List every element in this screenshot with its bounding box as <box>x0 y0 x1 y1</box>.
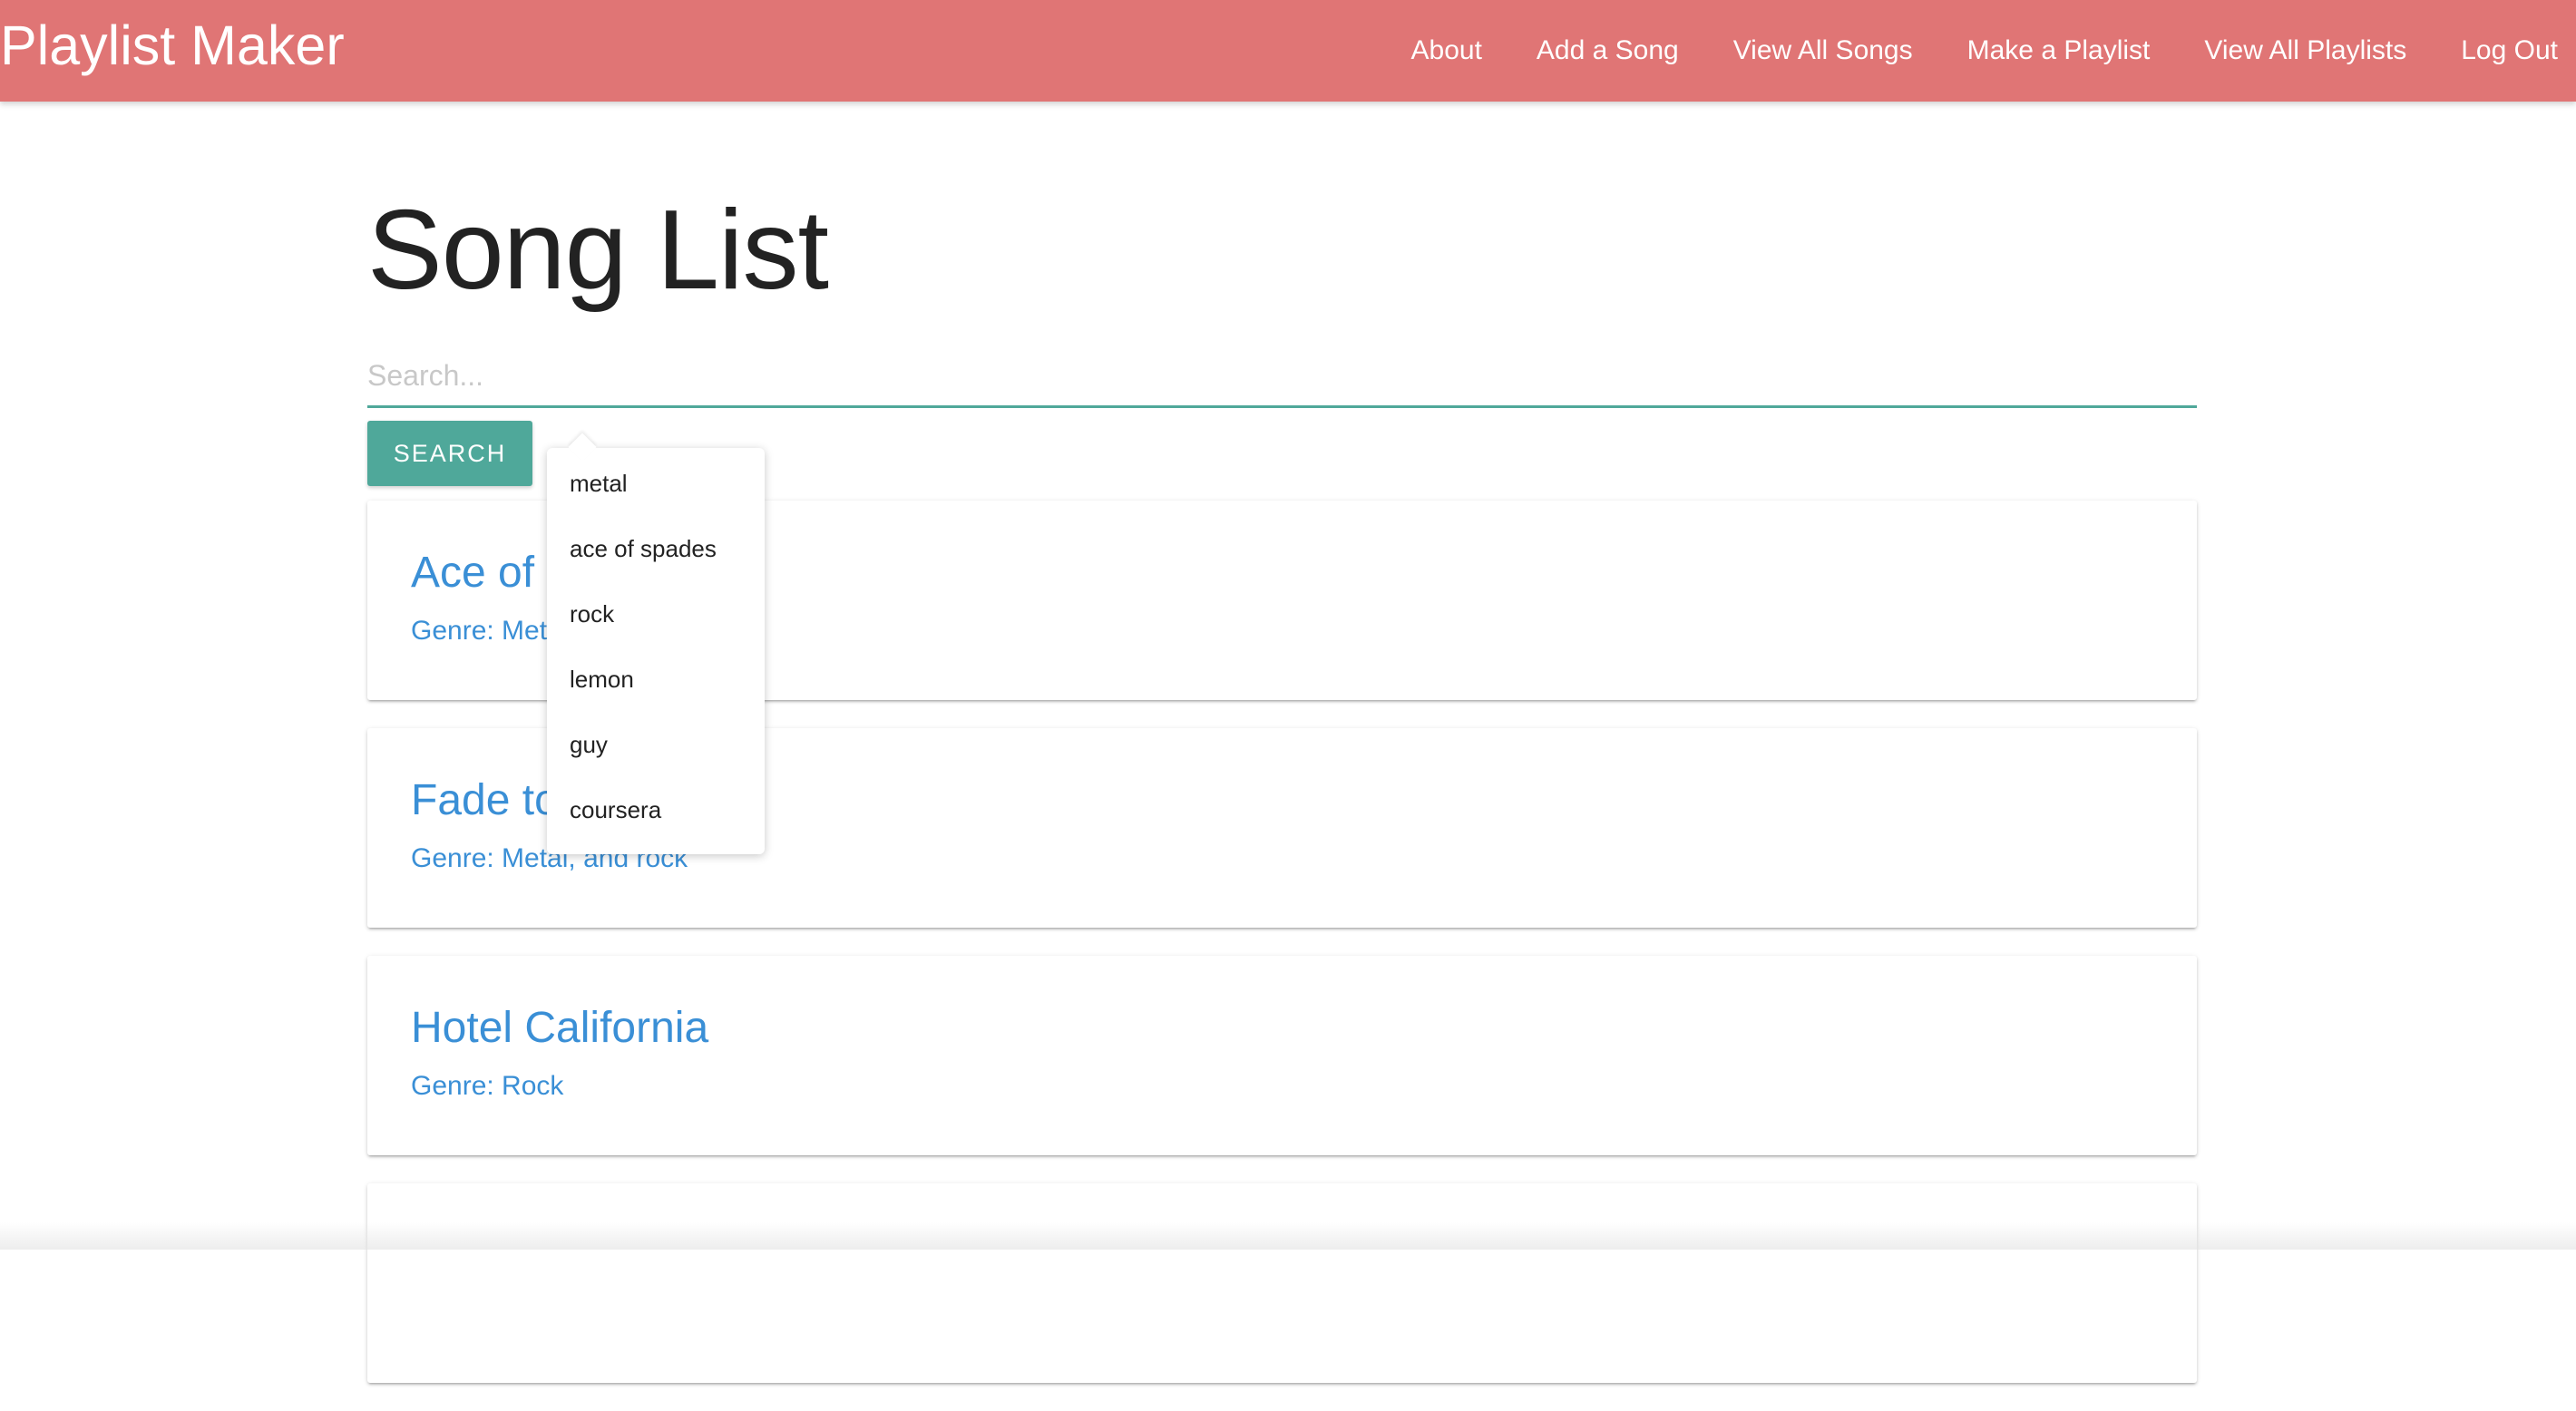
autocomplete-dropdown: metal ace of spades rock lemon guy cours… <box>547 448 765 854</box>
autocomplete-option[interactable]: metal <box>547 464 765 530</box>
nav-link-add-song[interactable]: Add a Song <box>1509 0 1706 102</box>
song-card: Hotel California Genre: Rock <box>367 956 2197 1155</box>
page-title: Song List <box>367 185 2197 316</box>
song-card-partial <box>367 1183 2197 1383</box>
nav-link-make-playlist[interactable]: Make a Playlist <box>1940 0 2178 102</box>
autocomplete-option[interactable]: rock <box>547 595 765 660</box>
song-title-link[interactable]: Hotel California <box>411 1003 2197 1054</box>
song-genre: Genre: Rock <box>411 1070 2197 1103</box>
autocomplete-option[interactable]: lemon <box>547 660 765 725</box>
autocomplete-option[interactable]: coursera <box>547 791 765 856</box>
brand-logo[interactable]: Playlist Maker <box>0 13 345 78</box>
search-button[interactable]: Search <box>367 421 532 486</box>
nav-item-view-all-songs: View All Songs <box>1706 0 1940 102</box>
nav-item-about: About <box>1384 0 1509 102</box>
autocomplete-option[interactable]: ace of spades <box>547 530 765 595</box>
nav-item-log-out: Log Out <box>2434 0 2576 102</box>
nav-item-view-all-playlists: View All Playlists <box>2177 0 2434 102</box>
nav-link-view-all-playlists[interactable]: View All Playlists <box>2177 0 2434 102</box>
nav-links: About Add a Song View All Songs Make a P… <box>1384 0 2576 102</box>
nav-item-add-song: Add a Song <box>1509 0 1706 102</box>
navbar: Playlist Maker About Add a Song View All… <box>0 0 2576 102</box>
nav-link-view-all-songs[interactable]: View All Songs <box>1706 0 1940 102</box>
autocomplete-option[interactable]: guy <box>547 725 765 791</box>
search-input[interactable] <box>367 346 2197 408</box>
nav-link-log-out[interactable]: Log Out <box>2434 0 2576 102</box>
nav-link-about[interactable]: About <box>1384 0 1509 102</box>
nav-item-make-playlist: Make a Playlist <box>1940 0 2178 102</box>
autocomplete-list: metal ace of spades rock lemon guy cours… <box>547 464 765 856</box>
